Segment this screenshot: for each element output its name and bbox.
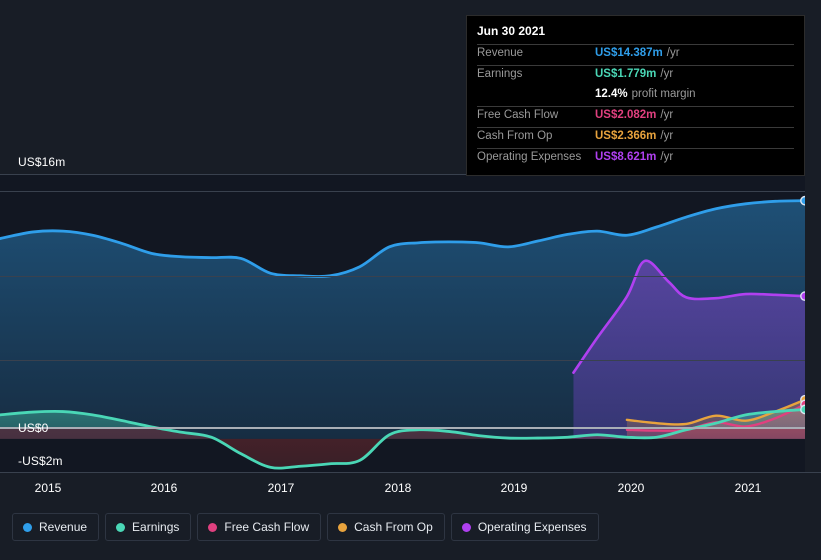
- x-axis-label-2017: 2017: [267, 481, 295, 495]
- tooltip-row-unit: profit margin: [631, 88, 696, 100]
- y-axis-label-minus-2m: -US$2m: [18, 454, 63, 468]
- tooltip-row-unit: /yr: [660, 130, 674, 142]
- tooltip-date: Jun 30 2021: [477, 24, 546, 38]
- tooltip-row: 12.4% profit margin: [477, 86, 794, 106]
- tooltip-row-unit: /yr: [660, 68, 674, 80]
- legend-label: Earnings: [132, 520, 180, 534]
- x-axis-label-2021: 2021: [734, 481, 762, 495]
- chart-legend: Revenue Earnings Free Cash Flow Cash From O…: [12, 513, 599, 541]
- tooltip-row-label: Operating Expenses: [477, 151, 582, 163]
- tooltip-row-label: Free Cash Flow: [477, 109, 559, 121]
- tooltip-row-unit: /yr: [666, 47, 680, 59]
- legend-item-operating-expenses[interactable]: Operating Expenses: [450, 513, 599, 541]
- x-axis-label-2020: 2020: [617, 481, 645, 495]
- gridline-zero: [0, 427, 805, 429]
- tooltip-row-value: US$8.621m: [595, 151, 657, 163]
- endpoint-marker-operating-expenses: [800, 291, 805, 302]
- legend-dot-icon: [23, 522, 32, 532]
- x-axis-label-2015: 2015: [34, 481, 62, 495]
- gridline-12m: [0, 276, 805, 277]
- legend-label: Revenue: [39, 520, 88, 534]
- legend-label: Operating Expenses: [477, 520, 587, 534]
- data-tooltip: Jun 30 2021 Revenue US$14.387m/yr Earnings…: [466, 15, 805, 176]
- x-axis-label-2019: 2019: [500, 481, 528, 495]
- revenue-earnings-chart: US$16m US$0 -US$2m 2015 2016 2017 2018 2…: [0, 0, 821, 560]
- legend-label: Free Cash Flow: [224, 520, 310, 534]
- gridline-8m: [0, 360, 805, 361]
- tooltip-row-label: Earnings: [477, 68, 523, 80]
- y-axis-label-16m: US$16m: [18, 155, 66, 169]
- legend-dot-icon: [208, 522, 218, 532]
- legend-item-cash-from-op[interactable]: Cash From Op: [327, 513, 445, 541]
- tooltip-row: Free Cash Flow US$2.082m/yr: [477, 106, 794, 127]
- tooltip-row: Earnings US$1.779m/yr: [477, 65, 794, 86]
- legend-dot-icon: [338, 522, 348, 532]
- endpoint-marker-earnings: [800, 404, 805, 415]
- x-axis-line: [18, 472, 821, 473]
- endpoint-marker-revenue: [800, 195, 805, 206]
- tooltip-row-unit: /yr: [660, 151, 674, 163]
- gridline-upper: [0, 191, 805, 192]
- legend-item-revenue[interactable]: Revenue: [12, 513, 100, 541]
- tooltip-row: Operating Expenses US$8.621m/yr: [477, 148, 794, 169]
- legend-label: Cash From Op: [354, 520, 433, 534]
- tooltip-row-value: US$1.779m: [595, 68, 657, 80]
- y-axis-label-0: US$0: [18, 421, 49, 435]
- tooltip-row: Revenue US$14.387m/yr: [477, 44, 794, 65]
- tooltip-row-value: 12.4%: [595, 88, 628, 100]
- legend-dot-icon: [461, 522, 471, 532]
- legend-item-earnings[interactable]: Earnings: [105, 513, 192, 541]
- tooltip-row-value: US$14.387m: [595, 47, 663, 59]
- x-axis-label-2016: 2016: [150, 481, 178, 495]
- tooltip-row-label: Revenue: [477, 47, 524, 59]
- tooltip-rows: Revenue US$14.387m/yr Earnings US$1.779m/yr…: [477, 44, 794, 169]
- tooltip-row-unit: /yr: [660, 109, 674, 121]
- tooltip-row-value: US$2.366m: [595, 130, 657, 142]
- tooltip-row: Cash From Op US$2.366m/yr: [477, 127, 794, 148]
- x-axis-label-2018: 2018: [384, 481, 412, 495]
- legend-dot-icon: [116, 522, 126, 532]
- tooltip-row-value: US$2.082m: [595, 109, 657, 121]
- tooltip-row-label: Cash From Op: [477, 130, 553, 142]
- legend-item-free-cash-flow[interactable]: Free Cash Flow: [197, 513, 322, 541]
